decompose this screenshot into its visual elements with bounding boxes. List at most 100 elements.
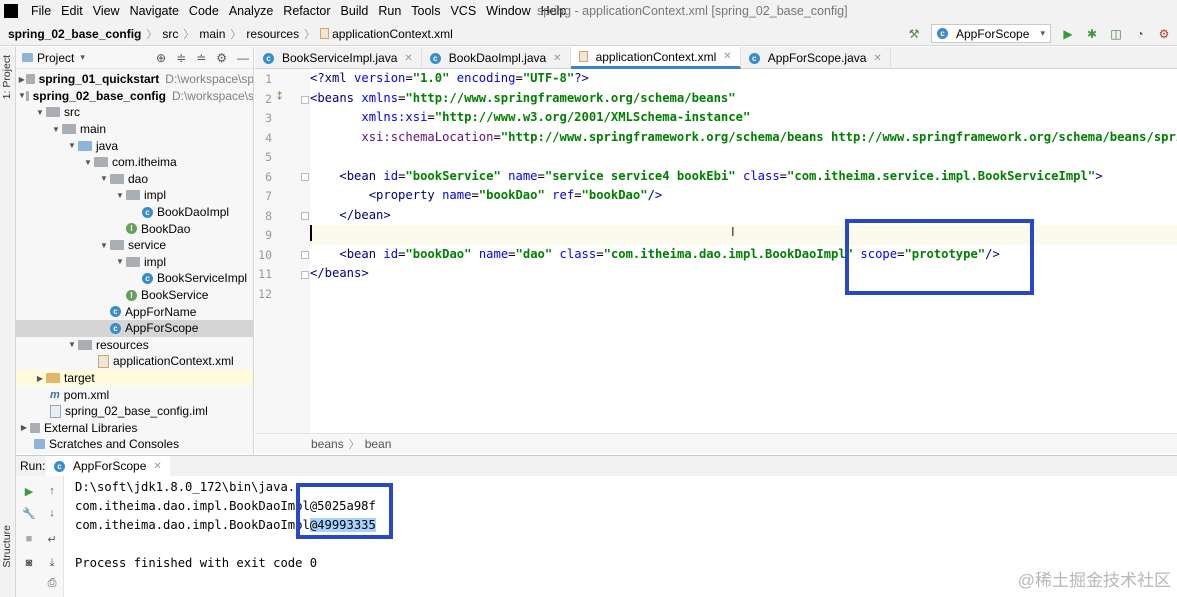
tree-item-applicationcontext-xml[interactable]: applicationContext.xml [16,353,253,370]
expand-all-icon[interactable]: ≑ [176,51,186,65]
profile-icon[interactable]: ◔ [1133,27,1147,41]
tree-item-resources[interactable]: ▼ resources [16,337,253,354]
hide-icon[interactable]: — [237,51,249,65]
spring-bean-gutter-icon[interactable]: ⁑ [277,92,282,103]
project-tool-button[interactable]: 1: Project [1,55,13,99]
tree-item-spring-01-quickstart[interactable]: ▶ spring_01_quickstart D:\workspace\sp [16,71,253,88]
menu-code[interactable]: Code [184,0,224,22]
run-icon[interactable]: ▶ [1061,27,1075,41]
collapsed-arrow-icon[interactable]: ▶ [18,75,26,84]
code-editor[interactable]: <?xml version="1.0" encoding="UTF-8"?> <… [310,69,1177,433]
menu-refactor[interactable]: Refactor [278,0,335,22]
tree-item-service-impl[interactable]: ▼ impl [16,254,253,271]
up-arrow-icon[interactable]: ↑ [45,484,59,498]
coverage-icon[interactable]: ◫ [1109,27,1123,41]
crumb-src[interactable]: src [162,27,178,41]
tree-item-appforscope[interactable]: c AppForScope [16,320,253,337]
menu-edit[interactable]: Edit [56,0,88,22]
tree-item-pom-xml[interactable]: m pom.xml [16,386,253,403]
tree-item-service[interactable]: ▼ service [16,237,253,254]
fold-marker-icon[interactable] [301,271,309,279]
menu-window[interactable]: Window [481,0,535,22]
menu-vcs[interactable]: VCS [445,0,481,22]
stop-icon[interactable]: ■ [22,532,36,546]
tree-item-main[interactable]: ▼ main [16,121,253,138]
rerun-icon[interactable]: ▶ [22,484,36,498]
tree-item-bookdao[interactable]: I BookDao [16,220,253,237]
close-icon[interactable]: ✕ [404,53,412,64]
locate-icon[interactable]: ⊕ [156,51,166,65]
close-icon[interactable]: ✕ [153,461,161,472]
tree-item-src[interactable]: ▼ src [16,104,253,121]
expanded-arrow-icon[interactable]: ▼ [98,241,110,250]
menu-build[interactable]: Build [336,0,374,22]
close-icon[interactable]: ✕ [553,53,561,64]
close-icon[interactable]: ✕ [723,51,731,62]
print-icon[interactable]: ⎙ [45,576,59,590]
tree-item-java[interactable]: ▼ java [16,137,253,154]
collapsed-arrow-icon[interactable]: ▶ [18,423,30,432]
tab-appforscope[interactable]: c AppForScope.java ✕ [741,47,891,69]
menu-run[interactable]: Run [373,0,406,22]
run-tab-appforscope[interactable]: c AppForScope ✕ [46,455,170,477]
fold-marker-icon[interactable] [301,251,309,259]
expanded-arrow-icon[interactable]: ▼ [114,191,126,200]
fold-marker-icon[interactable] [301,173,309,181]
menu-view[interactable]: View [88,0,125,22]
expanded-arrow-icon[interactable]: ▼ [82,158,94,167]
tree-item-external-libraries[interactable]: ▶ External Libraries [16,420,253,437]
run-config-select[interactable]: c AppForScope ▾ [931,24,1051,43]
chevron-down-icon[interactable]: ▾ [80,52,85,63]
tree-item-dao[interactable]: ▼ dao [16,171,253,188]
menu-tools[interactable]: Tools [406,0,445,22]
scroll-end-icon[interactable]: ⤓ [45,556,59,570]
crumb-project[interactable]: spring_02_base_config [8,27,141,41]
structure-tool-button[interactable]: Structure [1,525,13,568]
tree-item-appforname[interactable]: c AppForName [16,303,253,320]
code-line-9-current [310,225,1177,245]
wrench-icon[interactable]: 🔧 [22,506,36,520]
menu-analyze[interactable]: Analyze [224,0,278,22]
expanded-arrow-icon[interactable]: ▼ [114,257,126,266]
tree-item-bookservice[interactable]: I BookService [16,287,253,304]
crumb-file[interactable]: applicationContext.xml [320,27,453,41]
close-icon[interactable]: ✕ [873,53,881,64]
gear-icon[interactable]: ⚙ [216,51,227,65]
expanded-arrow-icon[interactable]: ▼ [66,340,78,349]
tree-item-target[interactable]: ▶ target [16,369,253,387]
tab-applicationcontext[interactable]: applicationContext.xml ✕ [570,47,741,69]
tree-item-bookdaoimpl[interactable]: c BookDaoImpl [16,204,253,221]
down-arrow-icon[interactable]: ↓ [45,506,59,520]
breadcrumb-bean[interactable]: bean [365,437,392,451]
crumb-main[interactable]: main [199,27,225,41]
tree-item-dao-impl[interactable]: ▼ impl [16,187,253,204]
hammer-build-icon[interactable]: ⚒ [907,27,921,41]
debug-icon[interactable]: ✱ [1085,27,1099,41]
collapsed-arrow-icon[interactable]: ▶ [34,374,46,383]
breadcrumb-beans[interactable]: beans [311,437,344,451]
tree-item-spring-02-base-config[interactable]: ▼ spring_02_base_config D:\workspace\s [16,88,253,105]
console-output[interactable]: D:\soft\jdk1.8.0_172\bin\java. com.ithei… [64,476,1177,597]
fold-marker-icon[interactable] [301,96,309,104]
menu-navigate[interactable]: Navigate [125,0,184,22]
more-run-icon[interactable]: ⚙ [1157,27,1171,41]
crumb-resources[interactable]: resources [246,27,299,41]
tab-bookserviceimpl[interactable]: c BookServiceImpl.java ✕ [255,47,422,69]
camera-icon[interactable]: ◙ [22,556,36,570]
tree-item-bookserviceimpl[interactable]: c BookServiceImpl [16,270,253,287]
tab-bookdaoimpl[interactable]: c BookDaoImpl.java ✕ [422,47,571,69]
soft-wrap-icon[interactable]: ↵ [45,532,59,546]
fold-marker-icon[interactable] [301,212,309,220]
expanded-arrow-icon[interactable]: ▼ [34,108,46,117]
collapse-all-icon[interactable]: ≐ [196,51,206,65]
package-icon [126,190,140,201]
tree-item-com-itheima[interactable]: ▼ com.itheima [16,154,253,171]
tree-item-iml[interactable]: spring_02_base_config.iml [16,403,253,420]
expanded-arrow-icon[interactable]: ▼ [98,174,110,183]
project-view-selector[interactable]: Project [37,51,74,65]
tree-item-scratches[interactable]: Scratches and Consoles [16,436,253,453]
expanded-arrow-icon[interactable]: ▼ [66,141,78,150]
expanded-arrow-icon[interactable]: ▼ [50,125,62,134]
menu-file[interactable]: File [26,0,56,22]
expanded-arrow-icon[interactable]: ▼ [18,91,26,100]
